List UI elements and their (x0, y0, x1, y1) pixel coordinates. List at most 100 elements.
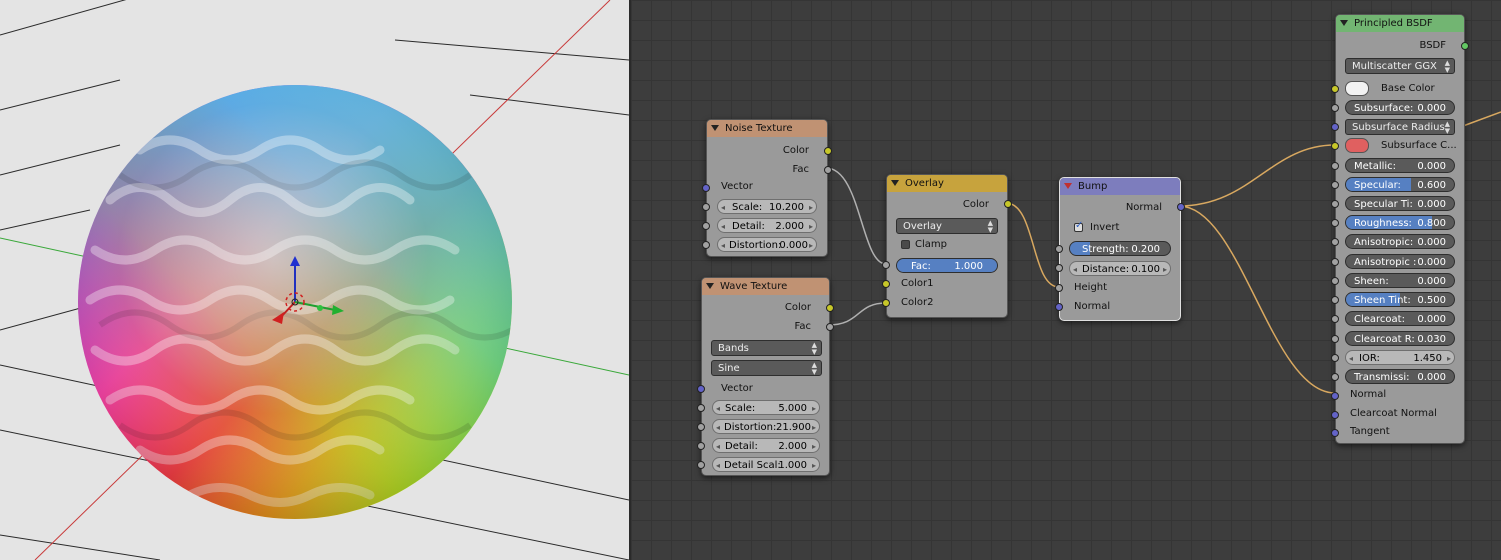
color2-label: Color2 (901, 297, 934, 308)
specular-socket[interactable] (1331, 181, 1339, 189)
node-header[interactable]: Noise Texture (707, 120, 827, 137)
distortion-socket[interactable] (697, 423, 705, 431)
updown-icon: ▲ ▼ (987, 219, 993, 234)
detail-field[interactable]: ◂ Detail: 2.000 ▸ (717, 218, 817, 233)
base-color-swatch[interactable] (1345, 81, 1369, 96)
subsurface-radius-socket[interactable] (1331, 123, 1339, 131)
wave-texture-node[interactable]: Wave Texture Color Fac Bands ▲ ▼ Sine ▲ ▼ Ve… (697, 277, 834, 476)
node-editor[interactable]: Noise Texture Color Fac Vector ◂ Scale: 10… (631, 0, 1501, 560)
ior-field[interactable]: ◂ IOR: 1.450 ▸ (1345, 350, 1455, 365)
clearcoat-slider[interactable]: Clearcoat: 0.000 (1345, 311, 1455, 326)
node-header[interactable]: Principled BSDF (1336, 15, 1464, 32)
roughness-slider[interactable]: Roughness: 0.800 (1345, 215, 1455, 230)
specular-tint-socket[interactable] (1331, 200, 1339, 208)
scale-field[interactable]: ◂ Scale: 5.000 ▸ (712, 400, 820, 415)
sheen-tint-socket[interactable] (1331, 296, 1339, 304)
overlay-mix-node[interactable]: Overlay Color Overlay ▲ ▼ Clamp Fac: 1.000 … (882, 174, 1012, 318)
output-fac-socket[interactable] (824, 166, 832, 174)
output-color-socket[interactable] (826, 304, 834, 312)
base-color-socket[interactable] (1331, 85, 1339, 93)
invert-checkbox[interactable] (1074, 220, 1083, 232)
output-color-socket[interactable] (824, 147, 832, 155)
detail-scale-socket[interactable] (697, 461, 705, 469)
anisotropic-rotation-slider[interactable]: Anisotropic :0.000 (1345, 254, 1455, 269)
metallic-slider[interactable]: Metallic: 0.000 (1345, 158, 1455, 173)
output-color-socket[interactable] (1004, 200, 1012, 208)
collapse-icon[interactable] (706, 283, 714, 289)
anisotropic-rotation-socket[interactable] (1331, 258, 1339, 266)
transmission-slider[interactable]: Transmissi: 0.000 (1345, 369, 1455, 384)
normal-socket[interactable] (1331, 392, 1339, 400)
scale-socket[interactable] (702, 203, 710, 211)
collapse-icon[interactable] (891, 180, 899, 186)
clamp-checkbox[interactable] (901, 240, 910, 249)
subsurface-color-swatch[interactable] (1345, 138, 1369, 153)
distance-socket[interactable] (1055, 264, 1063, 272)
wave-type-dropdown[interactable]: Bands ▲ ▼ (711, 340, 822, 356)
transmission-socket[interactable] (1331, 373, 1339, 381)
distance-field[interactable]: ◂ Distance: 0.100 ▸ (1069, 261, 1171, 276)
detail-socket[interactable] (702, 222, 710, 230)
collapse-icon[interactable] (711, 125, 719, 131)
ior-socket[interactable] (1331, 354, 1339, 362)
detail-scale-field[interactable]: ◂ Detail Scal: 1.000 ▸ (712, 457, 820, 472)
detail-field[interactable]: ◂ Detail: 2.000 ▸ (712, 438, 820, 453)
sheen-socket[interactable] (1331, 277, 1339, 285)
node-title: Principled BSDF (1354, 18, 1433, 29)
distortion-field[interactable]: ◂ Distortion: 21.900 ▸ (712, 419, 820, 434)
clearcoat-socket[interactable] (1331, 315, 1339, 323)
subsurface-slider[interactable]: Subsurface: 0.000 (1345, 100, 1455, 115)
height-socket[interactable] (1055, 284, 1063, 292)
subsurface-color-socket[interactable] (1331, 142, 1339, 150)
clearcoat-roughness-slider[interactable]: Clearcoat R: 0.030 (1345, 331, 1455, 346)
distribution-dropdown[interactable]: Multiscatter GGX ▲ ▼ (1345, 58, 1455, 74)
collapse-icon[interactable] (1064, 183, 1072, 189)
specular-tint-slider[interactable]: Specular Ti: 0.000 (1345, 196, 1455, 211)
specular-slider[interactable]: Specular: 0.600 (1345, 177, 1455, 192)
3d-viewport[interactable] (0, 0, 629, 560)
input-normal-socket[interactable] (1055, 303, 1063, 311)
color1-socket[interactable] (882, 280, 890, 288)
output-normal-socket[interactable] (1177, 203, 1185, 211)
distortion-socket[interactable] (702, 241, 710, 249)
subsurface-socket[interactable] (1331, 104, 1339, 112)
tangent-label: Tangent (1350, 426, 1390, 437)
sheen-tint-slider[interactable]: Sheen Tint: 0.500 (1345, 292, 1455, 307)
link-bsdf-offscreen (1462, 111, 1501, 127)
noise-texture-node[interactable]: Noise Texture Color Fac Vector ◂ Scale: 10… (702, 119, 832, 257)
node-header[interactable]: Wave Texture (702, 278, 829, 295)
strength-slider[interactable]: Strength: 0.200 (1069, 241, 1171, 256)
collapse-icon[interactable] (1340, 20, 1348, 26)
clearcoat-roughness-socket[interactable] (1331, 335, 1339, 343)
node-header[interactable]: Bump (1060, 178, 1180, 195)
roughness-socket[interactable] (1331, 219, 1339, 227)
sheen-slider[interactable]: Sheen: 0.000 (1345, 273, 1455, 288)
tangent-socket[interactable] (1331, 429, 1339, 437)
detail-socket[interactable] (697, 442, 705, 450)
wave-profile-dropdown[interactable]: Sine ▲ ▼ (711, 360, 822, 376)
output-bsdf-socket[interactable] (1461, 42, 1469, 50)
blend-mode-dropdown[interactable]: Overlay ▲ ▼ (896, 218, 998, 234)
anisotropic-slider[interactable]: Anisotropic: 0.000 (1345, 234, 1455, 249)
updown-icon: ▲ ▼ (811, 341, 817, 356)
output-fac-socket[interactable] (826, 323, 834, 331)
color2-socket[interactable] (882, 299, 890, 307)
scale-field[interactable]: ◂ Scale: 10.200 ▸ (717, 199, 817, 214)
scale-socket[interactable] (697, 404, 705, 412)
fac-socket[interactable] (882, 261, 890, 269)
fac-slider[interactable]: Fac: 1.000 (896, 258, 998, 273)
output-bsdf-label: BSDF (1419, 40, 1446, 51)
input-vector-socket[interactable] (697, 385, 705, 393)
bump-node[interactable]: Bump Normal Invert Strength:0.200 ◂Dista… (1055, 177, 1185, 321)
input-vector-label: Vector (721, 383, 753, 394)
input-vector-socket[interactable] (702, 184, 710, 192)
distortion-field[interactable]: ◂ Distortion: 0.000 ▸ (717, 237, 817, 252)
metallic-socket[interactable] (1331, 162, 1339, 170)
subsurface-radius-dropdown[interactable]: Subsurface Radius ▲ ▼ (1345, 119, 1455, 135)
node-header[interactable]: Overlay (887, 175, 1007, 192)
updown-icon: ▲ ▼ (1444, 59, 1450, 74)
principled-bsdf-node[interactable]: Principled BSDF BSDF Multiscatter GGX ▲ ▼ … (1331, 14, 1469, 444)
strength-socket[interactable] (1055, 245, 1063, 253)
anisotropic-socket[interactable] (1331, 238, 1339, 246)
clearcoat-normal-socket[interactable] (1331, 411, 1339, 419)
